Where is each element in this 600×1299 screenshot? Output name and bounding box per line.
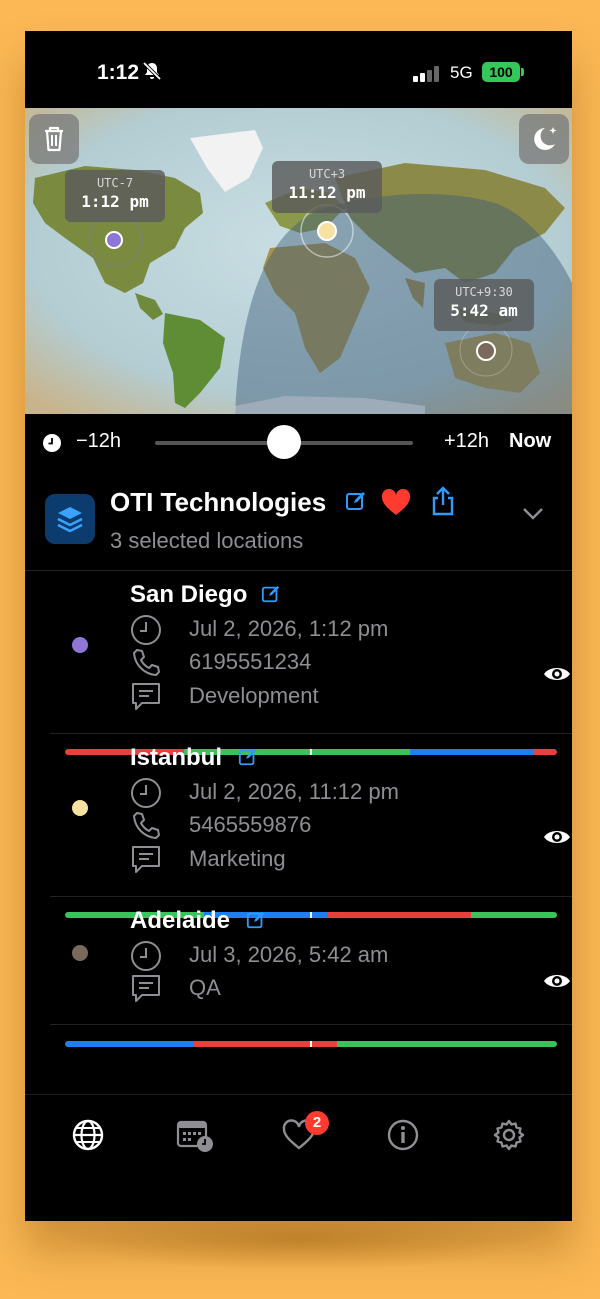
phone-screen: 1:12 5G 100 UTC-7 1:12 pm UTC+3 11:12 pm… [25,31,572,1221]
location-color-dot [72,800,88,816]
location-name: Istanbul [130,744,223,771]
map-marker-istanbul[interactable] [317,221,337,241]
eye-icon[interactable] [543,827,571,852]
globe-icon [72,1119,104,1151]
world-map-image [25,108,572,414]
edit-group-icon[interactable] [345,490,367,517]
tab-settings[interactable] [491,1117,527,1153]
location-color-dot [72,637,88,653]
divider [50,1024,572,1025]
map-marker-label-1: UTC+3 11:12 pm [272,161,382,213]
map-marker-adelaide[interactable] [476,341,496,361]
phone-icon [130,810,162,847]
battery-cap [521,68,524,76]
night-mode-button[interactable] [519,114,569,164]
clock-outline-icon [130,940,162,977]
slider-thumb[interactable] [267,425,301,459]
network-type: 5G [450,63,473,82]
moon-stars-icon [534,127,557,150]
bell-slash-icon [142,61,162,86]
location-item[interactable]: San Diego Jul 2, 2026, 1:12 pm 619555123… [50,571,572,755]
map-marker-san-diego[interactable] [105,231,123,249]
tab-info[interactable] [385,1117,421,1153]
phone-icon [130,647,162,684]
location-name: Adelaide [130,907,231,934]
time-offset-slider-row: −12h +12h Now [25,414,572,474]
edit-location-icon[interactable] [238,747,258,772]
tab-world-clock[interactable] [70,1117,106,1153]
group-title: OTI Technologies [110,487,327,517]
group-header[interactable]: OTI Technologies 3 selected locations [25,480,572,570]
now-button[interactable]: Now [509,430,551,453]
eye-icon[interactable] [543,971,571,996]
slider-min-label: −12h [76,430,122,452]
group-subtitle: 3 selected locations [110,528,304,553]
location-item[interactable]: Istanbul Jul 2, 2026, 11:12 pm 546555987… [50,734,572,918]
info-icon [387,1119,419,1151]
slider-max-label: +12h [444,430,490,452]
trash-icon [45,126,63,152]
trash-button[interactable] [29,114,79,164]
status-bar: 1:12 5G 100 [25,31,572,108]
favorite-heart-icon[interactable] [381,488,411,522]
world-map[interactable]: UTC-7 1:12 pm UTC+3 11:12 pm UTC+9:30 5:… [25,108,572,414]
share-icon[interactable] [431,486,455,521]
clock-outline-icon [130,777,162,814]
battery-icon: 100 [482,62,520,82]
chevron-down-icon[interactable] [522,507,544,526]
status-time: 1:12 [97,61,140,84]
location-name: San Diego [130,581,248,608]
edit-location-icon[interactable] [246,910,266,935]
edit-location-icon[interactable] [261,584,281,609]
day-timeline-bar [65,1041,557,1047]
location-item[interactable]: Adelaide Jul 3, 2026, 5:42 am QA [50,897,572,1047]
clock-icon [42,433,62,458]
favorites-badge: 2 [305,1111,329,1135]
layers-icon [45,494,95,544]
calendar-clock-icon [176,1120,213,1152]
map-marker-label-2: UTC+9:30 5:42 am [434,279,534,331]
message-icon [130,681,162,718]
map-marker-label-0: UTC-7 1:12 pm [65,170,165,222]
message-icon [130,973,162,1010]
tab-favorites[interactable]: 2 [281,1111,329,1153]
location-color-dot [72,945,88,961]
clock-outline-icon [130,614,162,651]
gear-icon [493,1119,525,1151]
signal-icon [413,66,441,87]
tab-bar: 2 [25,1094,572,1221]
eye-icon[interactable] [543,664,571,689]
message-icon [130,844,162,881]
tab-meeting-planner[interactable] [176,1117,213,1153]
